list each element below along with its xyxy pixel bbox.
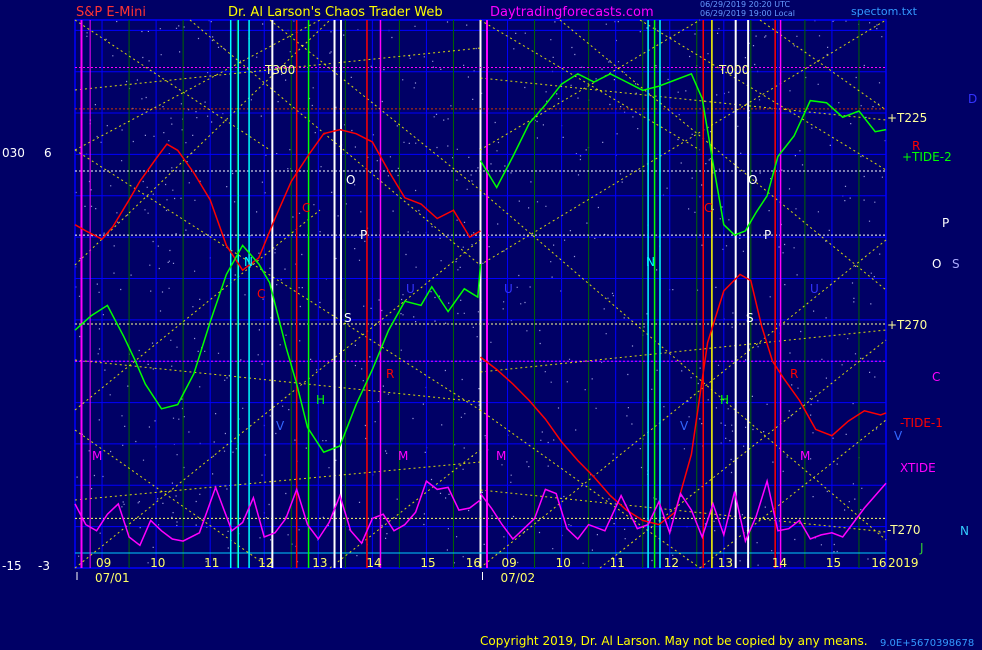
planet-marker: R xyxy=(386,367,394,381)
planet-marker: P xyxy=(942,216,949,230)
planet-marker: C xyxy=(302,201,310,215)
x-tick-label: 12 xyxy=(258,556,273,570)
series-tide-1-day1 xyxy=(74,128,481,272)
x-tick-label: 15 xyxy=(420,556,435,570)
x-tick-label: 15 xyxy=(826,556,841,570)
time-price-line xyxy=(74,359,481,403)
chart-code: 9.0E+5670398678 xyxy=(880,638,975,649)
time-price-line xyxy=(699,419,887,569)
copyright-notice: Copyright 2019, Dr. Al Larson. May not b… xyxy=(480,634,868,648)
planet-marker: M xyxy=(92,449,102,463)
planet-marker: V xyxy=(276,419,285,433)
x-tick-label: 16 xyxy=(871,556,886,570)
planet-marker: U xyxy=(406,282,415,296)
planet-marker: V xyxy=(680,419,689,433)
x-day-label: 07/01 xyxy=(95,571,130,585)
chart-window: S&P E-Mini Dr. Al Larson's Chaos Trader … xyxy=(0,0,982,650)
time-price-line xyxy=(74,19,271,151)
x-tick-label: 10 xyxy=(556,556,571,570)
x-tick-label: 13 xyxy=(312,556,327,570)
chart-plot: 09 10 11 12 13 14 15 16 09 10 11 12 13 14 15 16 07/01 07/… xyxy=(74,19,977,585)
series-xtide-day2 xyxy=(479,478,887,544)
planet-marker: S xyxy=(952,257,960,271)
x-end-label: 2019 xyxy=(888,556,919,570)
planet-marker: D xyxy=(968,92,977,106)
planet-marker: N xyxy=(244,255,253,269)
level-label: +T225 xyxy=(887,111,927,125)
planet-marker: N xyxy=(646,255,655,269)
time-price-line xyxy=(74,19,321,151)
time-price-line xyxy=(479,19,701,151)
level-label: T000 xyxy=(718,63,749,77)
time-price-line xyxy=(74,429,271,569)
planet-marker: J xyxy=(919,541,924,555)
planet-marker: M xyxy=(496,449,506,463)
time-price-line xyxy=(479,19,701,151)
level-label: +T270 xyxy=(887,318,927,332)
level-label: -T270 xyxy=(887,523,920,537)
time-price-line xyxy=(329,449,481,569)
x-tick-label: 14 xyxy=(366,556,381,570)
level-label: T300 xyxy=(264,63,295,77)
series-label: -TIDE-1 xyxy=(900,416,943,430)
planet-marker: H xyxy=(720,393,729,407)
x-tick-label: 13 xyxy=(718,556,733,570)
planet-marker: O xyxy=(748,173,757,187)
planet-marker: M xyxy=(398,449,408,463)
planet-marker: S xyxy=(746,311,754,325)
x-day-label: 07/02 xyxy=(501,571,536,585)
planet-marker: V xyxy=(894,429,903,443)
time-price-line xyxy=(479,409,701,569)
x-tick-label: 09 xyxy=(502,556,517,570)
planet-marker: P xyxy=(360,228,367,242)
planet-marker: M xyxy=(800,449,810,463)
x-tick-label: 14 xyxy=(772,556,787,570)
x-tick-label: 09 xyxy=(96,556,111,570)
planet-marker: S xyxy=(344,311,352,325)
planet-marker: R xyxy=(912,139,920,153)
time-price-line xyxy=(74,209,321,411)
x-tick-label: 12 xyxy=(664,556,679,570)
time-price-line xyxy=(759,19,887,111)
x-tick-label: 11 xyxy=(204,556,219,570)
time-price-line xyxy=(74,461,481,501)
series-xtide-day1 xyxy=(74,479,481,547)
time-price-line xyxy=(479,189,887,541)
time-price-line xyxy=(480,329,887,373)
time-price-line xyxy=(479,19,887,266)
series-label: XTIDE xyxy=(900,461,936,475)
planet-marker: P xyxy=(764,228,771,242)
planet-marker: O xyxy=(932,257,941,271)
time-price-line xyxy=(480,489,887,533)
planet-marker: C xyxy=(257,287,265,301)
planet-marker: C xyxy=(704,201,712,215)
planet-marker: R xyxy=(790,367,798,381)
x-tick-label: 16 xyxy=(466,556,481,570)
planet-marker: U xyxy=(504,282,513,296)
planet-marker: N xyxy=(960,524,969,538)
x-tick-label: 10 xyxy=(150,556,165,570)
series-label: +TIDE-2 xyxy=(902,150,952,164)
planet-marker: C xyxy=(932,370,940,384)
planet-marker: H xyxy=(316,393,325,407)
planet-marker: O xyxy=(346,173,355,187)
planet-marker: U xyxy=(810,282,819,296)
x-tick-label: 11 xyxy=(610,556,625,570)
